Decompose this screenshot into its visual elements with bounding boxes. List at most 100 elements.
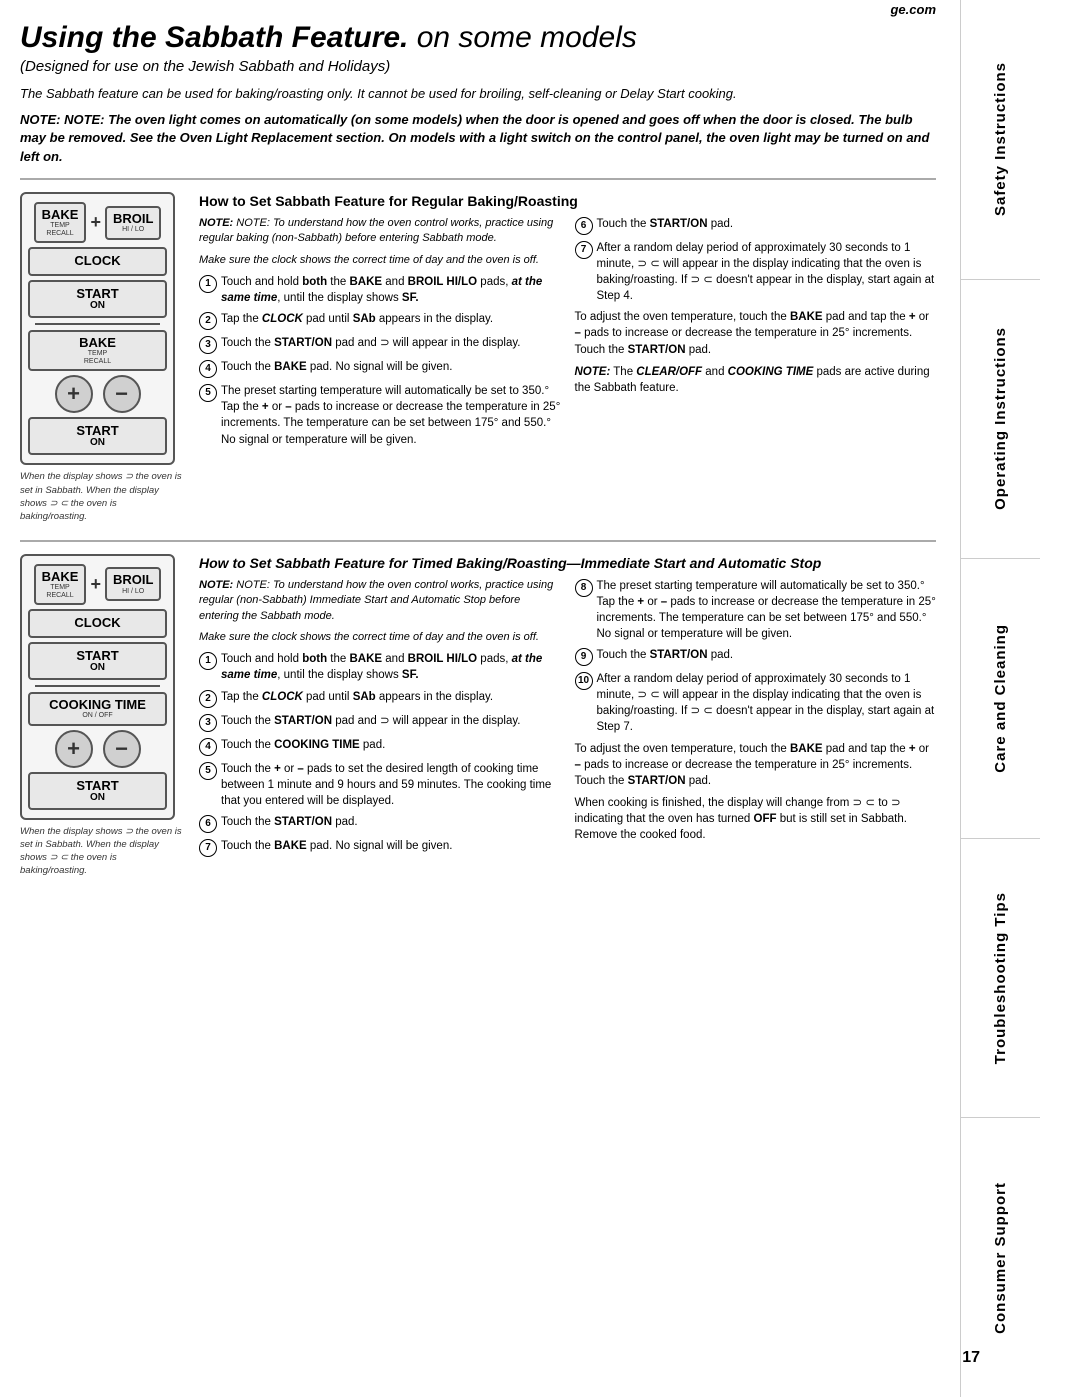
ge-com-label: ge.com [890,2,936,18]
note-italic-1-text: NOTE: To understand how the oven control… [199,217,553,244]
divider-2 [35,685,160,687]
control-panel-1: BAKE TEMP RECALL + BROIL HI / LO CLOCK [20,192,175,466]
bake-label-1: BAKE [42,208,79,222]
right-col-para1-1: To adjust the oven temperature, touch th… [575,309,937,357]
step-2-6: 6 Touch the START/ON pad. [199,814,561,833]
broil-sub-2: HI / LO [113,588,153,596]
cooking-time-button[interactable]: COOKING TIME ON / OFF [28,692,167,726]
on-label-1b: ON [40,437,155,448]
clock-label-1: CLOCK [40,254,155,268]
panel-caption-2: When the display shows ⊃ the oven is set… [20,825,185,878]
start-label-2: START [40,649,155,662]
start-label-2b: START [40,779,155,792]
instructions-left-1: NOTE: NOTE: To understand how the oven c… [199,216,561,453]
bake-label-1b: BAKE [36,336,159,350]
start-button-1b[interactable]: START ON [28,417,167,455]
sidebar-label-safety: Safety Instructions [992,62,1009,216]
minus-circle-1[interactable]: − [103,375,141,413]
right-col-note1: NOTE: The CLEAR/OFF and COOKING TIME pad… [575,364,937,396]
sidebar-label-care: Care and Cleaning [992,624,1009,773]
section1: BAKE TEMP RECALL + BROIL HI / LO CLOCK [20,192,936,524]
page-number: 17 [962,1349,980,1367]
panel-caption-1: When the display shows ⊃ the oven is set… [20,470,185,523]
step-2-10: 10 After a random delay period of approx… [575,671,937,735]
right-col-para1-2: To adjust the oven temperature, touch th… [575,741,937,789]
section2-right: How to Set Sabbath Feature for Timed Bak… [199,554,936,878]
section2-heading: How to Set Sabbath Feature for Timed Bak… [199,554,936,572]
title-sub: on some models [408,21,636,54]
broil-label-2: BROIL [113,573,153,587]
step-1-4: 4 Touch the BAKE pad. No signal will be … [199,359,561,378]
intro-note2: NOTE: NOTE: The oven light comes on auto… [20,111,936,166]
step-2-2: 2 Tap the CLOCK pad until SAb appears in… [199,689,561,708]
step-2-4: 4 Touch the COOKING TIME pad. [199,737,561,756]
sidebar-section-troubleshooting[interactable]: Troubleshooting Tips [961,839,1040,1119]
right-sidebar: Safety Instructions Operating Instructio… [960,0,1040,1397]
broil-button-1[interactable]: BROIL HI / LO [105,206,161,240]
instructions-left-2: NOTE: NOTE: To understand how the oven c… [199,578,561,862]
plus-minus-row-1: + − [28,375,167,413]
step-1-7: 7 After a random delay period of approxi… [575,240,937,304]
broil-sub-1: HI / LO [113,226,153,234]
broil-button-2[interactable]: BROIL HI / LO [105,567,161,601]
step-2-7: 7 Touch the BAKE pad. No signal will be … [199,838,561,857]
divider-1 [35,323,160,325]
bake-sub2-1: RECALL [42,230,79,238]
on-label-2: ON [40,662,155,673]
broil-label-1: BROIL [113,212,153,226]
start-label-1b: START [40,424,155,437]
note-italic-1b: Make sure the clock shows the correct ti… [199,253,561,268]
bake-sub2-1b: RECALL [36,358,159,366]
note-italic-1: NOTE: NOTE: To understand how the oven c… [199,216,561,247]
minus-circle-2[interactable]: − [103,730,141,768]
start-label-1: START [40,287,155,300]
on-label-1: ON [40,300,155,311]
step-2-5: 5 Touch the + or – pads to set the desir… [199,761,561,809]
note-italic-2b: Make sure the clock shows the correct ti… [199,630,561,645]
instructions-right-2: 8 The preset starting temperature will a… [575,578,937,862]
start-button-2b[interactable]: START ON [28,772,167,810]
bake-button-1b[interactable]: BAKE TEMP RECALL [28,330,167,372]
top-buttons-2: BAKE TEMP RECALL + BROIL HI / LO [28,564,167,606]
title-main: Using the Sabbath Feature. [20,21,408,54]
plus-circle-1[interactable]: + [55,375,93,413]
step-2-1: 1 Touch and hold both the BAKE and BROIL… [199,651,561,683]
bake-sub1-2: TEMP [42,584,79,592]
bake-button-2[interactable]: BAKE TEMP RECALL [34,564,87,606]
sidebar-section-care[interactable]: Care and Cleaning [961,559,1040,839]
clock-label-2: CLOCK [40,616,155,630]
step-2-8: 8 The preset starting temperature will a… [575,578,937,642]
section2-left: BAKE TEMP RECALL + BROIL HI / LO CLOCK [20,554,185,878]
subtitle: (Designed for use on the Jewish Sabbath … [20,58,936,75]
section2: BAKE TEMP RECALL + BROIL HI / LO CLOCK [20,554,936,878]
section-divider-1 [20,178,936,180]
on-label-2b: ON [40,792,155,803]
note-italic-2: NOTE: NOTE: To understand how the oven c… [199,578,561,624]
section-divider-2 [20,540,936,542]
sidebar-section-operating[interactable]: Operating Instructions [961,280,1040,560]
step-1-5: 5 The preset starting temperature will a… [199,383,561,447]
bake-label-2: BAKE [42,570,79,584]
start-button-1[interactable]: START ON [28,280,167,318]
step-1-2: 2 Tap the CLOCK pad until SAb appears in… [199,311,561,330]
step-1-1: 1 Touch and hold both the BAKE and BROIL… [199,274,561,306]
sidebar-section-safety[interactable]: Safety Instructions [961,0,1040,280]
note-italic-2b-text: Make sure the clock shows the correct ti… [199,631,539,643]
bake-sub2-2: RECALL [42,592,79,600]
step-2-9: 9 Touch the START/ON pad. [575,647,937,666]
step-2-3: 3 Touch the START/ON pad and ⊃ will appe… [199,713,561,732]
instructions-columns-2: NOTE: NOTE: To understand how the oven c… [199,578,936,862]
bake-button-1[interactable]: BAKE TEMP RECALL [34,202,87,244]
plus-sign-2: + [90,574,101,595]
main-title: Using the Sabbath Feature. on some model… [20,20,936,56]
clock-button-1[interactable]: CLOCK [28,247,167,275]
on-off-label: ON / OFF [36,712,159,720]
plus-minus-row-2: + − [28,730,167,768]
note-italic-2-text: NOTE: To understand how the oven control… [199,579,553,622]
clock-button-2[interactable]: CLOCK [28,609,167,637]
plus-circle-2[interactable]: + [55,730,93,768]
control-panel-2: BAKE TEMP RECALL + BROIL HI / LO CLOCK [20,554,175,820]
start-button-2[interactable]: START ON [28,642,167,680]
plus-sign-1: + [90,212,101,233]
sidebar-label-consumer: Consumer Support [992,1182,1009,1334]
